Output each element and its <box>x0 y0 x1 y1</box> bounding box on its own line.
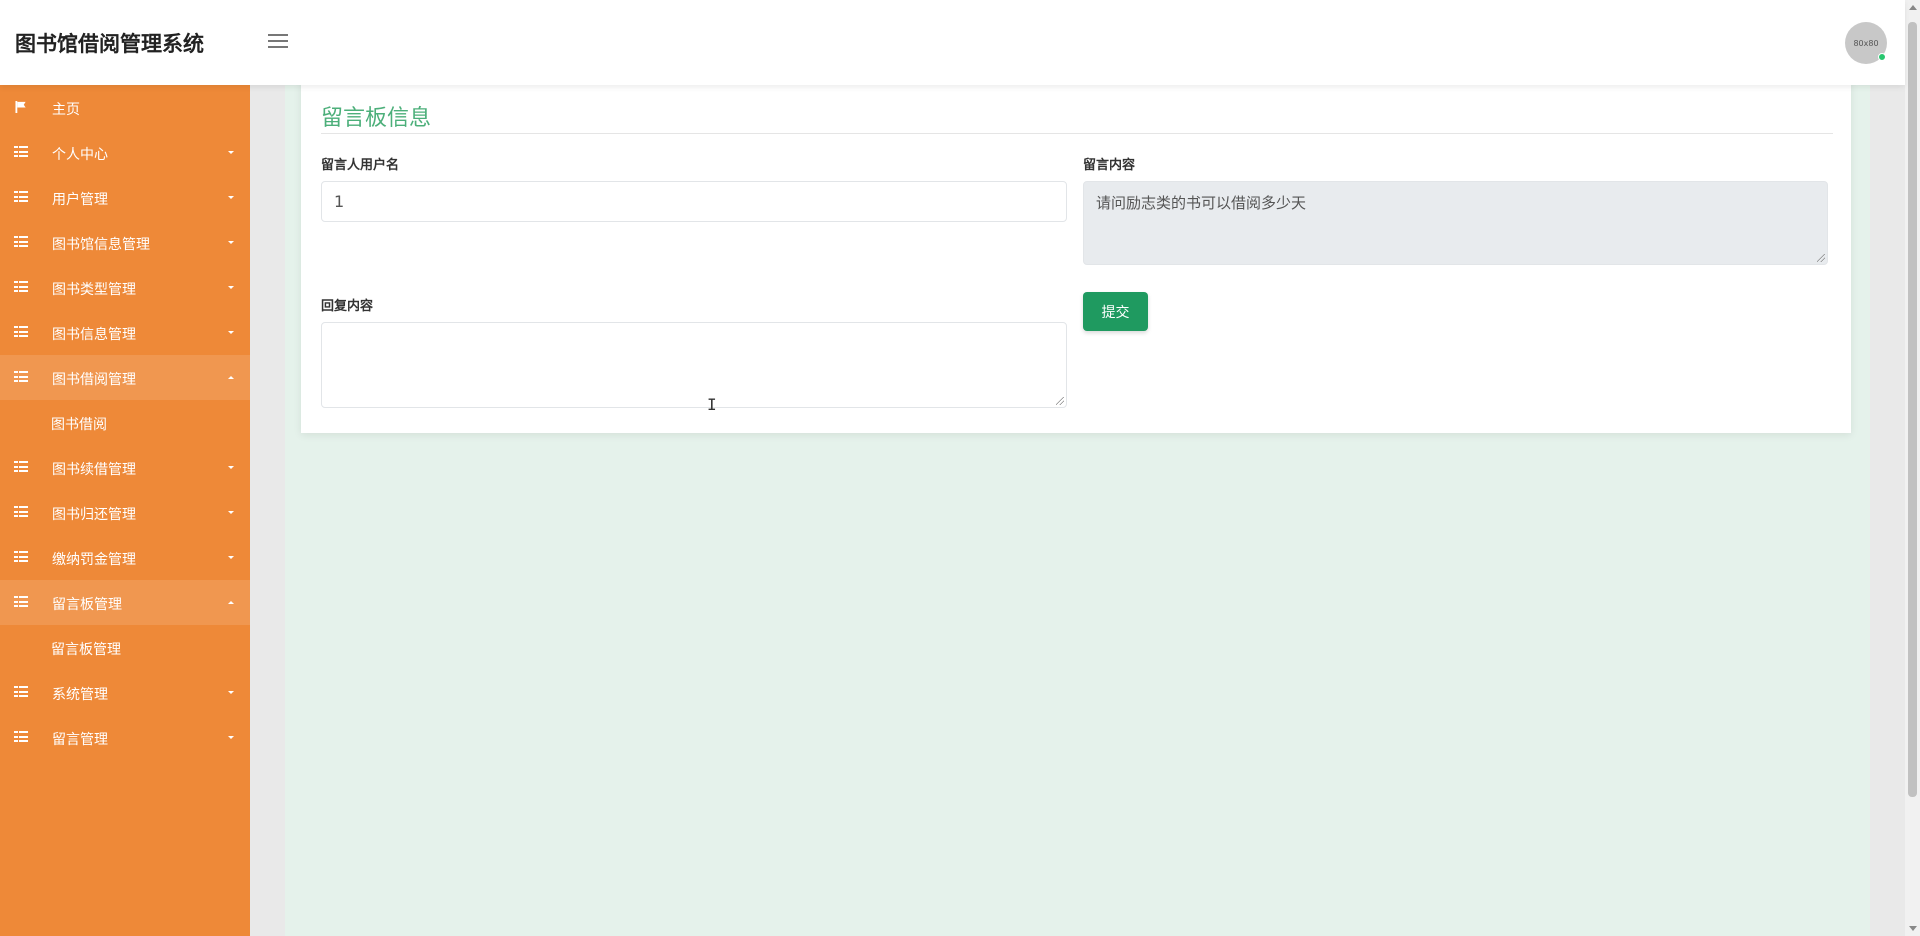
chevron-up-icon <box>228 376 234 379</box>
top-header: 图书馆借阅管理系统 80x80 <box>0 0 1905 85</box>
sidebar-item-message-board[interactable]: 留言板管理 <box>0 580 250 625</box>
chevron-down-icon <box>228 241 234 244</box>
scroll-down-icon[interactable] <box>1909 926 1917 931</box>
sidebar-item-personal-center[interactable]: 个人中心 <box>0 130 250 175</box>
avatar[interactable]: 80x80 <box>1845 22 1887 64</box>
sidebar-item-label: 图书类型管理 <box>52 282 136 298</box>
submit-button[interactable]: 提交 <box>1083 292 1148 331</box>
sidebar-subitem-message-board[interactable]: 留言板管理 <box>0 625 250 670</box>
online-status-dot <box>1878 53 1886 61</box>
sidebar: 主页 个人中心 用户管理 图书馆信息管理 图书类型管理 图书信息管理 图书借阅管… <box>0 85 250 936</box>
sidebar-item-label: 留言板管理 <box>52 597 122 613</box>
sidebar-item-label: 图书借阅管理 <box>52 372 136 388</box>
sidebar-item-label: 留言管理 <box>52 732 108 748</box>
username-label: 留言人用户名 <box>321 158 400 173</box>
grid-icon <box>14 731 28 743</box>
text-cursor-icon: I <box>707 395 717 414</box>
grid-icon <box>14 191 28 203</box>
grid-icon <box>14 146 28 158</box>
grid-icon <box>14 371 28 383</box>
chevron-down-icon <box>228 331 234 334</box>
grid-icon <box>14 506 28 518</box>
reply-content-field[interactable] <box>321 322 1067 408</box>
sidebar-subitem-borrow[interactable]: 图书借阅 <box>0 400 250 445</box>
flag-icon <box>15 101 26 113</box>
grid-icon <box>14 596 28 608</box>
grid-icon <box>14 686 28 698</box>
sidebar-item-book-types[interactable]: 图书类型管理 <box>0 265 250 310</box>
username-field[interactable]: 1 <box>321 181 1067 222</box>
message-content-label: 留言内容 <box>1083 158 1136 173</box>
page-title: 留言板信息 <box>321 106 432 131</box>
page-scrollbar[interactable] <box>1905 0 1920 936</box>
grid-icon <box>14 236 28 248</box>
avatar-placeholder-text: 80x80 <box>1853 38 1879 48</box>
chevron-down-icon <box>228 286 234 289</box>
app-title: 图书馆借阅管理系统 <box>15 32 204 56</box>
sidebar-item-label: 缴纳罚金管理 <box>52 552 136 568</box>
chevron-down-icon <box>228 736 234 739</box>
message-content-field[interactable]: 请问励志类的书可以借阅多少天 <box>1083 181 1828 265</box>
sidebar-item-messages[interactable]: 留言管理 <box>0 715 250 760</box>
sidebar-item-label: 图书续借管理 <box>52 462 136 478</box>
sidebar-item-label: 主页 <box>52 102 80 118</box>
message-content-text: 请问励志类的书可以借阅多少天 <box>1096 194 1307 212</box>
chevron-down-icon <box>228 691 234 694</box>
chevron-down-icon <box>228 556 234 559</box>
scrollbar-thumb[interactable] <box>1908 22 1917 797</box>
grid-icon <box>14 326 28 338</box>
chevron-up-icon <box>228 601 234 604</box>
sidebar-item-library-info[interactable]: 图书馆信息管理 <box>0 220 250 265</box>
chevron-down-icon <box>228 196 234 199</box>
grid-icon <box>14 551 28 563</box>
resize-handle-icon[interactable] <box>1817 254 1825 262</box>
sidebar-item-label: 个人中心 <box>52 147 108 163</box>
scroll-up-icon[interactable] <box>1909 5 1917 10</box>
sidebar-item-label: 图书馆信息管理 <box>52 237 150 253</box>
reply-content-label: 回复内容 <box>321 299 374 314</box>
sidebar-item-system[interactable]: 系统管理 <box>0 670 250 715</box>
sidebar-item-users[interactable]: 用户管理 <box>0 175 250 220</box>
title-divider <box>321 133 1833 134</box>
sidebar-subitem-label: 图书借阅 <box>51 417 107 433</box>
sidebar-item-label: 图书归还管理 <box>52 507 136 523</box>
menu-toggle-icon[interactable] <box>268 34 288 50</box>
resize-handle-icon[interactable] <box>1056 397 1064 405</box>
grid-icon <box>14 461 28 473</box>
sidebar-item-label: 系统管理 <box>52 687 108 703</box>
sidebar-item-returns[interactable]: 图书归还管理 <box>0 490 250 535</box>
sidebar-item-borrowing[interactable]: 图书借阅管理 <box>0 355 250 400</box>
chevron-down-icon <box>228 511 234 514</box>
sidebar-item-label: 图书信息管理 <box>52 327 136 343</box>
sidebar-item-label: 用户管理 <box>52 192 108 208</box>
sidebar-item-renewal[interactable]: 图书续借管理 <box>0 445 250 490</box>
sidebar-item-home[interactable]: 主页 <box>0 85 250 130</box>
chevron-down-icon <box>228 466 234 469</box>
grid-icon <box>14 281 28 293</box>
sidebar-item-book-info[interactable]: 图书信息管理 <box>0 310 250 355</box>
message-form-card: 留言板信息 留言人用户名 1 留言内容 请问励志类的书可以借阅多少天 回复内容 … <box>301 78 1851 433</box>
sidebar-item-fines[interactable]: 缴纳罚金管理 <box>0 535 250 580</box>
sidebar-subitem-label: 留言板管理 <box>51 642 121 658</box>
chevron-down-icon <box>228 151 234 154</box>
